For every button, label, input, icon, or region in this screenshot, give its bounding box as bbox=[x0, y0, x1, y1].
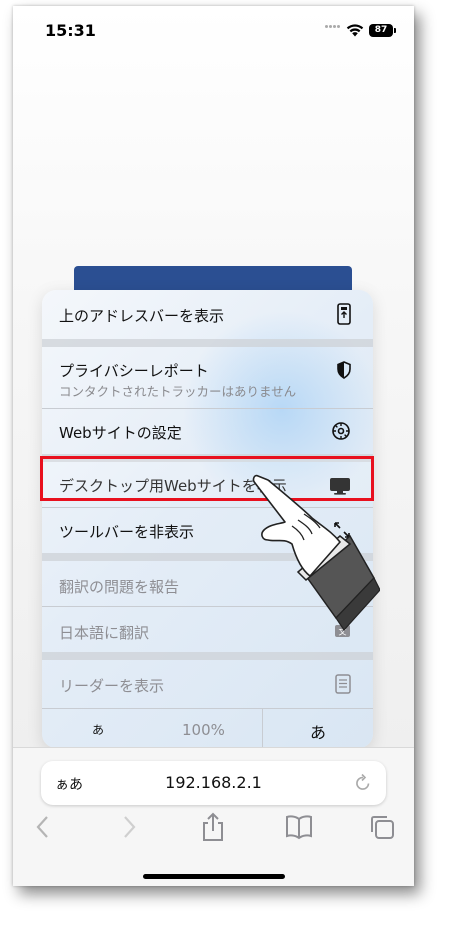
phone-screen: 15:31 87 上のアドレスバーを表示 プライバシーレポート コンタクトされた… bbox=[13, 6, 414, 886]
back-icon[interactable] bbox=[35, 814, 51, 840]
address-bar[interactable]: ぁあ 192.168.2.1 bbox=[41, 761, 386, 805]
gear-icon bbox=[332, 422, 350, 440]
menu-item-privacy-report[interactable]: プライバシーレポート コンタクトされたトラッカーはありません bbox=[42, 347, 373, 408]
menu-item-show-address-top[interactable]: 上のアドレスバーを表示 bbox=[42, 290, 373, 339]
pointing-hand-icon bbox=[252, 474, 380, 631]
bottom-toolbar: ぁあ 192.168.2.1 bbox=[13, 747, 414, 886]
text-size-control: あ 100% あ bbox=[42, 708, 373, 748]
shield-icon bbox=[337, 361, 351, 379]
reader-icon bbox=[335, 674, 351, 694]
share-icon[interactable] bbox=[201, 812, 225, 842]
status-bar: 15:31 87 bbox=[13, 6, 414, 56]
phone-address-top-icon bbox=[337, 303, 351, 325]
forward-icon[interactable] bbox=[121, 814, 137, 840]
home-indicator bbox=[143, 874, 285, 879]
text-size-value: 100% bbox=[182, 721, 225, 739]
url-text: 192.168.2.1 bbox=[165, 773, 262, 792]
bookmarks-icon[interactable] bbox=[285, 814, 313, 840]
status-time: 15:31 bbox=[45, 21, 96, 40]
tabs-icon[interactable] bbox=[369, 814, 395, 840]
text-size-increase-button[interactable]: あ bbox=[310, 719, 326, 743]
battery-icon: 87 bbox=[369, 24, 396, 37]
text-size-decrease-button[interactable]: あ bbox=[92, 721, 104, 738]
menu-item-website-settings[interactable]: Webサイトの設定 bbox=[42, 409, 373, 454]
reload-icon[interactable] bbox=[354, 773, 372, 793]
wifi-icon bbox=[346, 24, 364, 37]
signal-dots-icon bbox=[325, 23, 341, 29]
menu-item-show-reader[interactable]: リーダーを表示 bbox=[42, 660, 373, 708]
